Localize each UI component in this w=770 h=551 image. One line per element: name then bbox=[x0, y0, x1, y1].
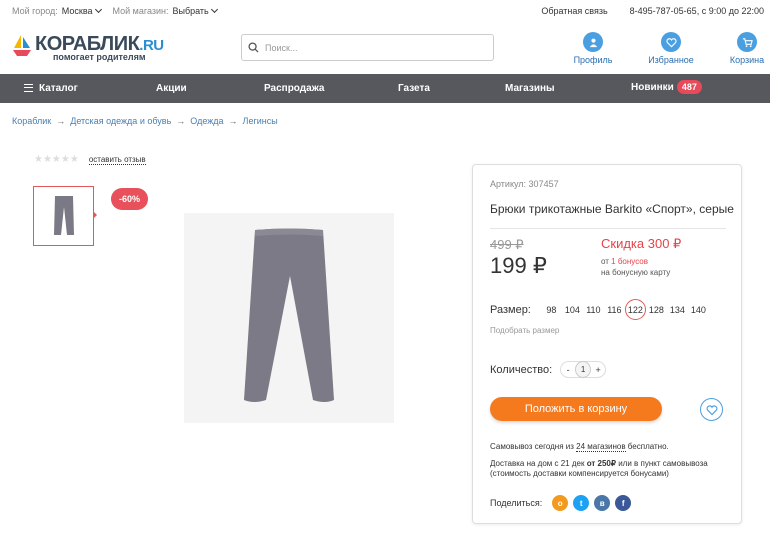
favorites-label: Избранное bbox=[648, 55, 694, 65]
share-row: Поделиться: о t в f bbox=[490, 495, 632, 511]
rating-row: ★★★★★ оставить отзыв bbox=[34, 154, 146, 165]
city-value: Москва bbox=[61, 6, 93, 16]
product-main-image[interactable] bbox=[184, 213, 394, 423]
arrow-right-icon: → bbox=[228, 116, 238, 126]
bonus-info: от 1 бонусов на бонусную карту bbox=[601, 257, 671, 277]
chevron-down-icon bbox=[94, 5, 102, 14]
product-title: Брюки трикотажные Barkito «Спорт», серые bbox=[490, 202, 734, 216]
feedback-link[interactable]: Обратная связь bbox=[541, 6, 607, 16]
location-selectors: Мой город: Москва Мой магазин: Выбрать bbox=[12, 5, 225, 16]
product-info-card: Артикул: 307457 Брюки трикотажные Barkit… bbox=[472, 164, 742, 524]
pickup-stores-link[interactable]: 24 магазинов bbox=[576, 442, 626, 452]
nav-catalog[interactable]: Каталог bbox=[24, 83, 78, 94]
nav-item-sale[interactable]: Распродажа bbox=[264, 83, 324, 94]
search-input[interactable] bbox=[265, 42, 485, 53]
size-option[interactable]: 98 bbox=[541, 299, 562, 320]
star-rating-icon[interactable]: ★★★★★ bbox=[34, 154, 79, 165]
odnoklassniki-icon[interactable]: о bbox=[552, 495, 569, 511]
size-option[interactable]: 116 bbox=[604, 299, 625, 320]
pickup-info: Самовывоз сегодня из 24 магазинов беспла… bbox=[490, 442, 669, 452]
cart-icon bbox=[742, 37, 753, 47]
quantity-label: Количество: bbox=[490, 363, 553, 376]
pants-image bbox=[244, 228, 334, 402]
chevron-down-icon bbox=[210, 5, 218, 14]
divider bbox=[490, 228, 726, 229]
cart-button[interactable]: Корзина bbox=[717, 32, 770, 65]
profile-label: Профиль bbox=[573, 55, 613, 65]
cart-label: Корзина bbox=[729, 55, 765, 65]
quantity-value[interactable]: 1 bbox=[575, 361, 592, 378]
heart-icon bbox=[665, 37, 677, 47]
size-selector: Размер: 98 104 110 116 122 128 134 140 bbox=[490, 299, 709, 320]
size-option[interactable]: 140 bbox=[688, 299, 709, 320]
share-label: Поделиться: bbox=[490, 498, 543, 508]
quantity-minus-button[interactable]: - bbox=[561, 365, 575, 375]
breadcrumb-link[interactable]: Кораблик bbox=[12, 116, 51, 126]
bonus-value: 1 бонусов bbox=[611, 257, 648, 266]
breadcrumb: Кораблик → Детская одежда и обувь → Одеж… bbox=[12, 116, 278, 126]
top-utility-bar: Мой город: Москва Мой магазин: Выбрать О… bbox=[0, 0, 770, 22]
store-value: Выбрать bbox=[172, 6, 209, 16]
pants-thumbnail-image bbox=[53, 196, 74, 235]
logo-tagline: помогает родителям bbox=[53, 52, 146, 62]
logo-sail-icon bbox=[13, 35, 31, 56]
phone-number: 8-495-787-05-65, с 9:00 до 22:00 bbox=[629, 6, 764, 16]
store-label: Мой магазин: bbox=[112, 6, 169, 16]
quantity-row: Количество: - 1 + bbox=[490, 361, 607, 378]
favorites-button[interactable]: Избранное bbox=[641, 32, 701, 65]
quantity-stepper: - 1 + bbox=[560, 361, 607, 378]
facebook-icon[interactable]: f bbox=[615, 495, 632, 511]
search-box[interactable] bbox=[241, 34, 494, 61]
leave-review-link[interactable]: оставить отзыв bbox=[88, 155, 146, 165]
discount-badge: -60% bbox=[111, 188, 148, 210]
nav-item-new[interactable]: Новинки 487 bbox=[631, 80, 702, 94]
search-icon bbox=[248, 42, 259, 53]
add-to-cart-button[interactable]: Положить в корзину bbox=[490, 397, 662, 421]
nav-item-promos[interactable]: Акции bbox=[156, 83, 187, 94]
quantity-plus-button[interactable]: + bbox=[591, 365, 605, 375]
user-icon bbox=[589, 38, 597, 47]
profile-button[interactable]: Профиль bbox=[563, 32, 623, 65]
product-thumbnail[interactable] bbox=[33, 186, 94, 246]
main-nav: Каталог Акции Распродажа Газета Магазины… bbox=[0, 74, 770, 103]
thumbnail-pointer bbox=[93, 211, 97, 219]
breadcrumb-link[interactable]: Одежда bbox=[190, 116, 223, 126]
store-dropdown[interactable]: Выбрать bbox=[172, 5, 218, 16]
city-label: Мой город: bbox=[12, 6, 58, 16]
delivery-info: Доставка на дом с 21 дек от 250₽ или в п… bbox=[490, 459, 708, 478]
city-dropdown[interactable]: Москва bbox=[61, 5, 102, 16]
new-count-badge: 487 bbox=[676, 80, 702, 94]
nav-item-newspaper[interactable]: Газета bbox=[398, 83, 430, 94]
size-option-selected[interactable]: 122 bbox=[624, 299, 646, 320]
site-logo[interactable]: КОРАБЛИК.RU помогает родителям bbox=[12, 32, 172, 62]
article-number: Артикул: 307457 bbox=[490, 179, 559, 189]
size-option[interactable]: 134 bbox=[667, 299, 688, 320]
nav-item-stores[interactable]: Магазины bbox=[505, 83, 555, 94]
add-to-favorites-button[interactable] bbox=[700, 398, 723, 421]
size-option[interactable]: 104 bbox=[562, 299, 583, 320]
discount-text: Скидка 300 ₽ bbox=[601, 236, 682, 251]
arrow-right-icon: → bbox=[56, 116, 66, 126]
size-label: Размер: bbox=[490, 303, 531, 316]
current-price: 199 ₽ bbox=[490, 253, 547, 278]
size-option[interactable]: 110 bbox=[583, 299, 604, 320]
menu-icon bbox=[24, 84, 33, 92]
twitter-icon[interactable]: t bbox=[573, 495, 590, 511]
size-guide-link[interactable]: Подобрать размер bbox=[490, 326, 559, 335]
old-price: 499 ₽ bbox=[490, 237, 524, 252]
breadcrumb-link[interactable]: Детская одежда и обувь bbox=[70, 116, 171, 126]
size-option[interactable]: 128 bbox=[646, 299, 667, 320]
arrow-right-icon: → bbox=[176, 116, 186, 126]
vk-icon[interactable]: в bbox=[594, 495, 611, 511]
heart-icon bbox=[706, 404, 717, 415]
breadcrumb-link[interactable]: Легинсы bbox=[243, 116, 278, 126]
